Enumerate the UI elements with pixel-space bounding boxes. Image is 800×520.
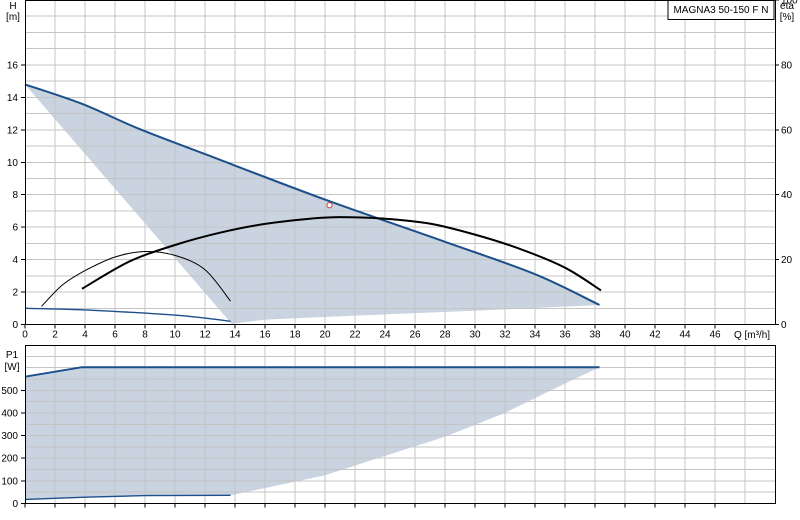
flow-tick-label: 28 xyxy=(439,330,451,341)
power-tick-label: 200 xyxy=(1,454,18,465)
flow-tick-label: 38 xyxy=(589,330,601,341)
power-tick-labels: 0 100 200 300 400 500 xyxy=(1,386,18,510)
head-tick-label: 6 xyxy=(12,223,18,234)
flow-tick-label: 22 xyxy=(349,330,361,341)
duty-point-marker xyxy=(326,202,333,209)
power-envelope-area xyxy=(25,367,600,500)
flow-tick-label: 18 xyxy=(289,330,301,341)
head-envelope-area xyxy=(25,84,600,325)
flow-tick-label: 16 xyxy=(259,330,271,341)
head-tick-label: 16 xyxy=(7,60,19,71)
flow-tick-label: 44 xyxy=(679,330,691,341)
power-tick-label: 100 xyxy=(1,476,18,487)
flow-tick-label: 32 xyxy=(499,330,511,341)
head-tick-label: 12 xyxy=(7,125,19,136)
chart-title: MAGNA3 50-150 F N xyxy=(673,5,768,16)
head-efficiency-panel: 0 2 4 6 8 10 12 14 16 18 20 22 24 26 28 30 32 34 36 38 40 42 4… xyxy=(7,0,798,341)
flow-tick-label: 14 xyxy=(229,330,241,341)
head-tick-label: 8 xyxy=(12,190,18,201)
flow-tick-label: 40 xyxy=(619,330,631,341)
head-tick-label: 4 xyxy=(12,255,18,266)
eta-tick-label: 80 xyxy=(781,60,793,71)
eta-tick-label: 20 xyxy=(781,255,793,266)
eta-tick-label: 0 xyxy=(781,320,787,331)
eta-tick-label: 40 xyxy=(781,190,793,201)
power-tick-label: 0 xyxy=(12,499,18,510)
flow-tick-label: 34 xyxy=(529,330,541,341)
head-grid xyxy=(25,0,775,325)
head-tick-label: 2 xyxy=(12,288,18,299)
flow-tick-label: 6 xyxy=(112,330,118,341)
flow-tick-label: 30 xyxy=(469,330,481,341)
head-tick-label: 14 xyxy=(7,93,19,104)
flow-tick-label: 12 xyxy=(199,330,211,341)
flow-tick-label: 8 xyxy=(142,330,148,341)
head-axis-label-name: H xyxy=(9,1,16,12)
power-panel: 0 100 200 300 400 500 xyxy=(1,345,776,510)
power-axis-label-unit: [W] xyxy=(5,362,20,373)
eta-tick-label: 60 xyxy=(781,125,793,136)
eta-axis-label-name: eta xyxy=(780,1,794,12)
pump-curve-chart: 0 2 4 6 8 10 12 14 16 18 20 22 24 26 28 30 32 34 36 38 40 42 4… xyxy=(1,0,798,510)
head-tick-label: 10 xyxy=(7,158,19,169)
eta-axis-label-unit: [%] xyxy=(780,12,795,23)
head-tick-label: 0 xyxy=(12,320,18,331)
flow-tick-label: 2 xyxy=(52,330,58,341)
flow-tick-label: 26 xyxy=(409,330,421,341)
power-tick-label: 500 xyxy=(1,386,18,397)
flow-tick-label: 20 xyxy=(319,330,331,341)
flow-tick-label: 36 xyxy=(559,330,571,341)
flow-tick-label: 0 xyxy=(22,330,28,341)
operating-range-area xyxy=(25,84,600,325)
flow-tick-label: 10 xyxy=(169,330,181,341)
flow-tick-label: 46 xyxy=(709,330,721,341)
head-axis-label-unit: [m] xyxy=(6,12,20,23)
power-tick-label: 300 xyxy=(1,431,18,442)
power-tick-label: 400 xyxy=(1,408,18,419)
flow-axis-label: Q [m³/h] xyxy=(734,330,770,341)
power-axis-label-name: P1 xyxy=(6,350,19,361)
flow-tick-label: 24 xyxy=(379,330,391,341)
power-range-area xyxy=(25,367,600,500)
flow-tick-label: 42 xyxy=(649,330,661,341)
head-min-curve xyxy=(24,307,231,322)
flow-tick-label: 4 xyxy=(82,330,88,341)
